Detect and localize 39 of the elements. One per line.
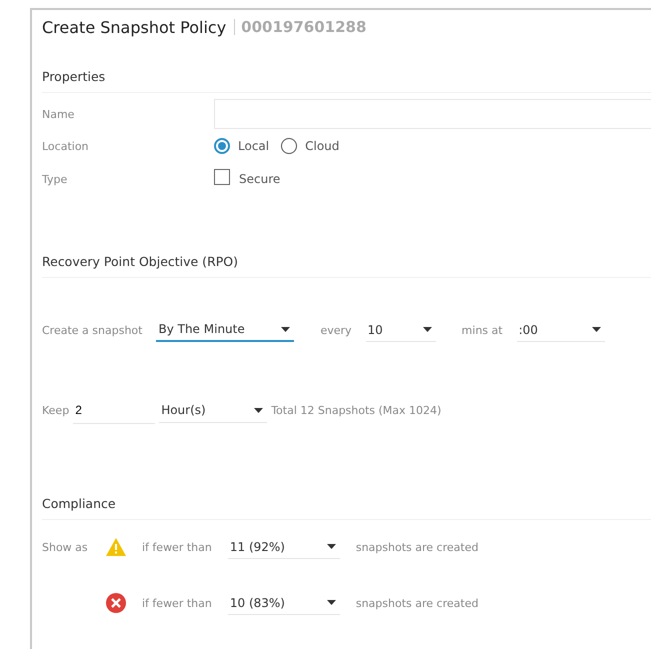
dropdown[interactable]: :00 (516, 318, 605, 342)
section-heading: Recovery Point Objective (RPO) (42, 254, 651, 278)
field-label: Name (42, 108, 76, 120)
dialog-title: Create Snapshot Policy (42, 18, 226, 36)
caret-icon (281, 326, 290, 332)
field-label: Show as (42, 540, 88, 554)
radio-label[interactable]: Cloud (305, 139, 340, 153)
caret-icon (326, 600, 336, 605)
field-label: every (320, 324, 352, 336)
checkbox[interactable] (214, 168, 230, 184)
field-label: Create a snapshot (42, 324, 142, 336)
dropdown[interactable]: 10 (366, 318, 436, 342)
field-label: if fewer than (142, 596, 212, 610)
caret-icon (326, 544, 336, 549)
dropdown[interactable]: By The Minute (156, 318, 294, 342)
section-heading: Compliance (42, 496, 651, 520)
field-label: Keep (42, 404, 70, 417)
total-text: Total 12 Snapshots (Max 1024) (271, 404, 442, 417)
radio-label[interactable]: Local (238, 139, 270, 153)
caret-icon (254, 408, 264, 412)
caret-icon (592, 327, 601, 332)
caret-icon (422, 327, 432, 332)
name-field[interactable] (214, 99, 651, 129)
field-label: mins at (462, 324, 503, 336)
dropdown[interactable]: 11 (92%) (228, 535, 340, 559)
radio-button[interactable] (214, 138, 230, 154)
field-label: Location (42, 140, 90, 152)
warning-icon (106, 538, 126, 556)
error-icon (106, 593, 126, 613)
array-id: 000197601288 (241, 18, 366, 36)
dropdown[interactable]: Hour(s) (159, 398, 268, 422)
field-label: Type (42, 172, 68, 186)
section-heading: Properties (42, 69, 651, 93)
checkbox-label[interactable]: Secure (239, 172, 280, 186)
field-label: snapshots are created (356, 596, 478, 610)
dropdown[interactable]: 10 (83%) (228, 591, 340, 615)
radio-button[interactable] (281, 138, 298, 154)
field-label: if fewer than (142, 540, 212, 554)
field-label: snapshots are created (356, 540, 478, 554)
